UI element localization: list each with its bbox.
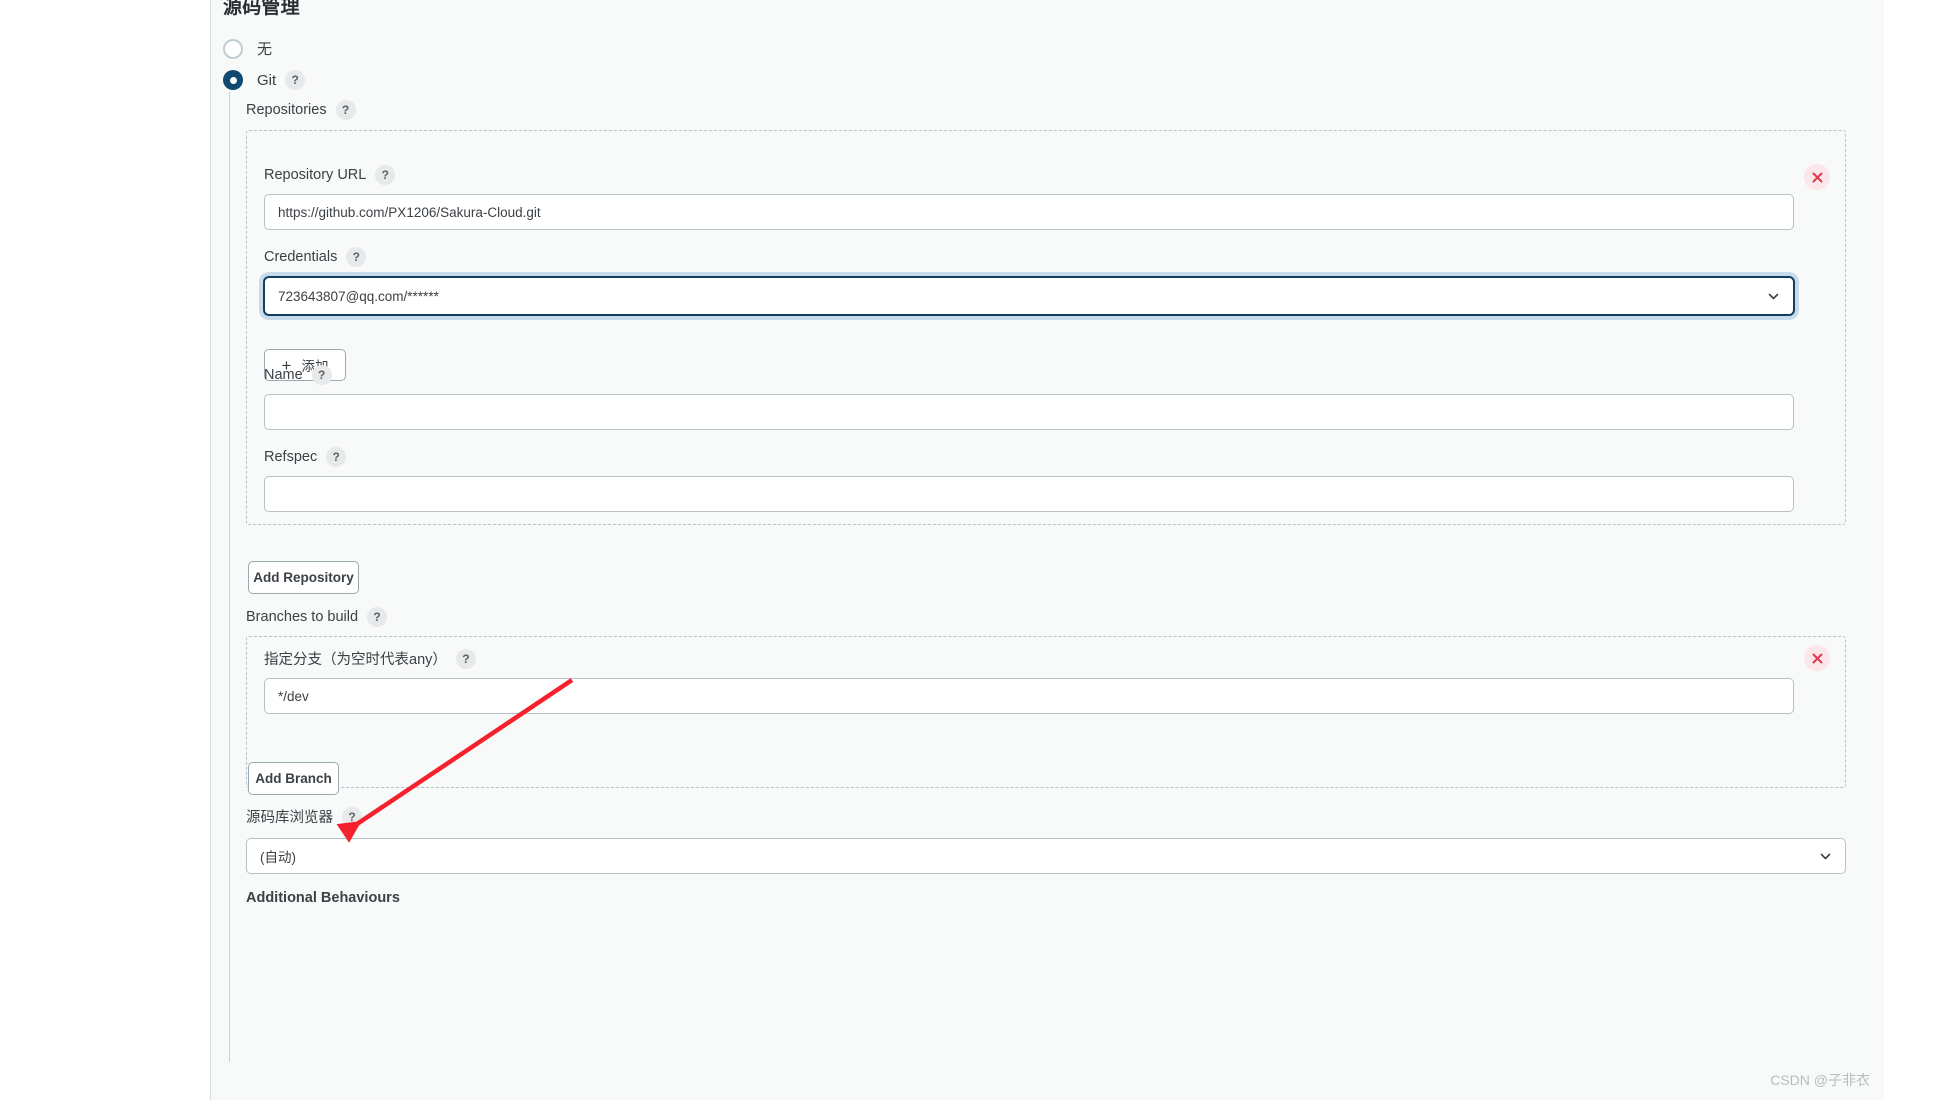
help-icon-credentials[interactable]: ? (346, 247, 367, 267)
git-section-rail (229, 92, 230, 1062)
repositories-section-label: Repositories ? (246, 100, 356, 120)
radio-git-label: Git (257, 71, 277, 89)
watermark: CSDN @子非衣 (1770, 1072, 1870, 1088)
page-title: 源码管理 (223, 0, 300, 18)
help-icon-git[interactable]: ? (285, 70, 306, 90)
help-icon-repository-browser[interactable]: ? (342, 806, 362, 827)
repo-inner-spacer (212, 130, 213, 525)
delete-branch-button[interactable] (1804, 645, 1830, 671)
branches-section-label: Branches to build ? (246, 607, 388, 627)
help-icon-branch-specifier[interactable]: ? (455, 648, 476, 669)
add-repository-button[interactable]: Add Repository (248, 561, 359, 594)
chevron-down-icon-repository-browser (1819, 850, 1832, 863)
name-label: Name ? (264, 365, 332, 385)
refspec-input[interactable] (264, 476, 1794, 512)
help-icon-repositories[interactable]: ? (335, 100, 356, 120)
repository-browser-select[interactable]: (自动) (246, 838, 1846, 874)
radio-none-indicator[interactable] (223, 38, 243, 59)
radio-none-label: 无 (257, 41, 273, 58)
repository-url-label: Repository URL ? (264, 165, 396, 185)
branch-specifier-label: 指定分支（为空时代表any） ? (264, 648, 476, 669)
radio-git-indicator[interactable] (223, 70, 243, 90)
additional-behaviours-label: Additional Behaviours (246, 890, 400, 906)
chevron-down-icon-credentials (1767, 290, 1780, 303)
name-label-text: Name (264, 367, 303, 383)
scm-config-panel: 源码管理 无 Git ? Repositories ? Repository U… (210, 0, 1884, 1100)
name-input[interactable] (264, 394, 1794, 430)
branch-specifier-label-text: 指定分支（为空时代表any） (264, 652, 447, 668)
radio-option-none[interactable]: 无 (223, 38, 272, 59)
credentials-label: Credentials ? (264, 247, 367, 267)
add-branch-button[interactable]: Add Branch (248, 762, 339, 795)
repository-url-input[interactable]: https://github.com/PX1206/Sakura-Cloud.g… (264, 194, 1794, 230)
help-icon-name[interactable]: ? (311, 365, 332, 385)
credentials-select[interactable]: 723643807@qq.com/****** (263, 276, 1795, 316)
help-icon-repository-url[interactable]: ? (375, 165, 396, 185)
refspec-label-text: Refspec (264, 449, 318, 465)
repository-url-label-text: Repository URL (264, 167, 367, 183)
radio-option-git[interactable]: Git ? (223, 70, 306, 90)
repository-browser-label-text: 源码库浏览器 (246, 810, 333, 826)
branch-specifier-input[interactable]: */dev (264, 678, 1794, 714)
repositories-label-text: Repositories (246, 102, 327, 118)
additional-behaviours-label-text: Additional Behaviours (246, 890, 400, 906)
branches-label-text: Branches to build (246, 609, 359, 625)
help-icon-branches[interactable]: ? (367, 607, 388, 627)
credentials-label-text: Credentials (264, 249, 338, 265)
repository-block (246, 130, 1846, 525)
credentials-select-value: 723643807@qq.com/****** (278, 288, 439, 304)
refspec-label: Refspec ? (264, 447, 347, 467)
repository-browser-value: (自动) (260, 850, 296, 865)
screen-root: 源码管理 无 Git ? Repositories ? Repository U… (0, 0, 1945, 1100)
close-icon (1812, 172, 1822, 182)
repository-browser-label: 源码库浏览器 ? (246, 806, 362, 827)
delete-repository-button[interactable] (1804, 164, 1830, 190)
help-icon-refspec[interactable]: ? (326, 447, 347, 467)
close-icon (1812, 653, 1822, 663)
